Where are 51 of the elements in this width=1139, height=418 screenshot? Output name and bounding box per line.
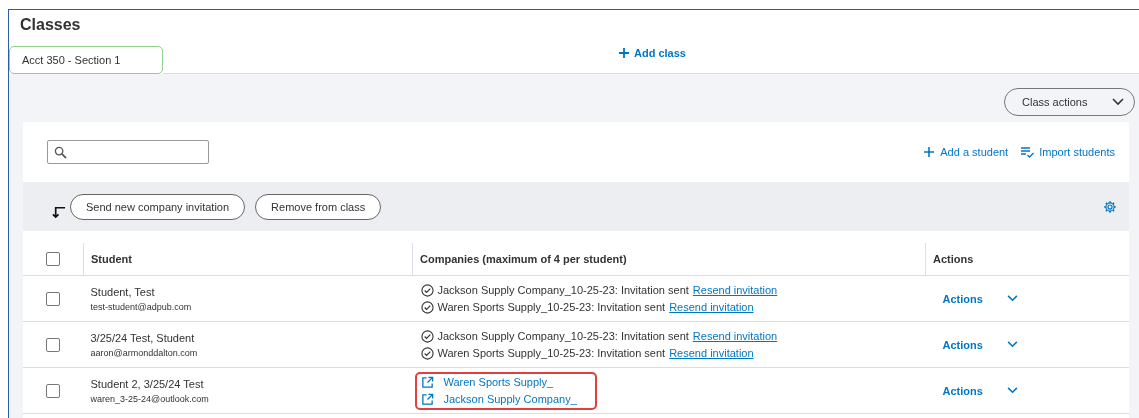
row-checkbox[interactable] (46, 291, 61, 306)
search-field[interactable] (47, 140, 209, 164)
check-circle-icon (420, 346, 434, 360)
student-email: test-student@adpub.com (90, 301, 193, 312)
resend-invitation-link[interactable]: Resend invitation (669, 301, 754, 313)
add-student-button[interactable]: Add a student (923, 146, 1009, 158)
check-circle-icon (420, 283, 434, 297)
page-title: Classes (19, 15, 82, 34)
add-class-button[interactable]: Add class (618, 47, 686, 59)
row-checkbox[interactable] (46, 337, 61, 352)
import-students-button[interactable]: Import students (1020, 146, 1115, 158)
resend-invitation-link[interactable]: Resend invitation (692, 284, 778, 296)
invitation-status: Jackson Supply Company_10-25-23: Invitation sent (437, 284, 689, 296)
row-checkbox[interactable] (46, 383, 61, 398)
actions-dropdown[interactable]: Actions (935, 292, 1018, 305)
student-name: Student, Test (90, 285, 156, 298)
chevron-down-icon (1112, 98, 1124, 106)
list-check-icon (1020, 146, 1035, 158)
column-header: Actions (933, 253, 974, 265)
student-name: 3/25/24 Test, Student (90, 331, 196, 344)
settings-icon[interactable] (1103, 199, 1117, 214)
company-link[interactable]: Jackson Supply Company_ (443, 393, 577, 405)
select-all-checkbox[interactable] (46, 252, 60, 267)
actions-dropdown[interactable]: Actions (935, 338, 1018, 351)
invitation-status: Waren Sports Supply_10-25-23: Invitation sent (437, 347, 666, 359)
company-link[interactable]: Waren Sports Supply_ (443, 376, 554, 388)
plus-icon (618, 47, 630, 59)
class-actions-dropdown[interactable]: Class actions (1004, 88, 1135, 116)
check-circle-icon (420, 329, 434, 343)
invitation-status: Waren Sports Supply_10-25-23: Invitation sent (437, 301, 666, 313)
student-email: aaron@armonddalton.com (90, 347, 199, 358)
search-icon (54, 145, 67, 159)
bulk-action-button[interactable]: Remove from class (255, 193, 382, 220)
chevron-down-icon (1006, 387, 1018, 394)
invitation-status: Jackson Supply Company_10-25-23: Invitation sent (437, 330, 689, 342)
corner-arrow-icon (51, 204, 66, 219)
bulk-action-button[interactable]: Send new company invitation (70, 193, 246, 220)
column-header: Companies (maximum of 4 per student) (420, 253, 627, 265)
column-header: Student (91, 253, 132, 265)
resend-invitation-link[interactable]: Resend invitation (669, 347, 754, 359)
check-circle-icon (420, 300, 434, 314)
external-link-icon (420, 392, 434, 406)
chevron-down-icon (1006, 341, 1018, 348)
class-tab[interactable]: Acct 350 - Section 1 (9, 46, 163, 74)
student-name: Student 2, 3/25/24 Test (90, 377, 205, 390)
external-link-icon (420, 375, 434, 389)
actions-dropdown[interactable]: Actions (935, 384, 1018, 397)
student-email: waren_3-25-24@outlook.com (90, 393, 210, 404)
plus-icon (923, 146, 936, 158)
chevron-down-icon (1006, 295, 1018, 302)
resend-invitation-link[interactable]: Resend invitation (692, 330, 778, 342)
